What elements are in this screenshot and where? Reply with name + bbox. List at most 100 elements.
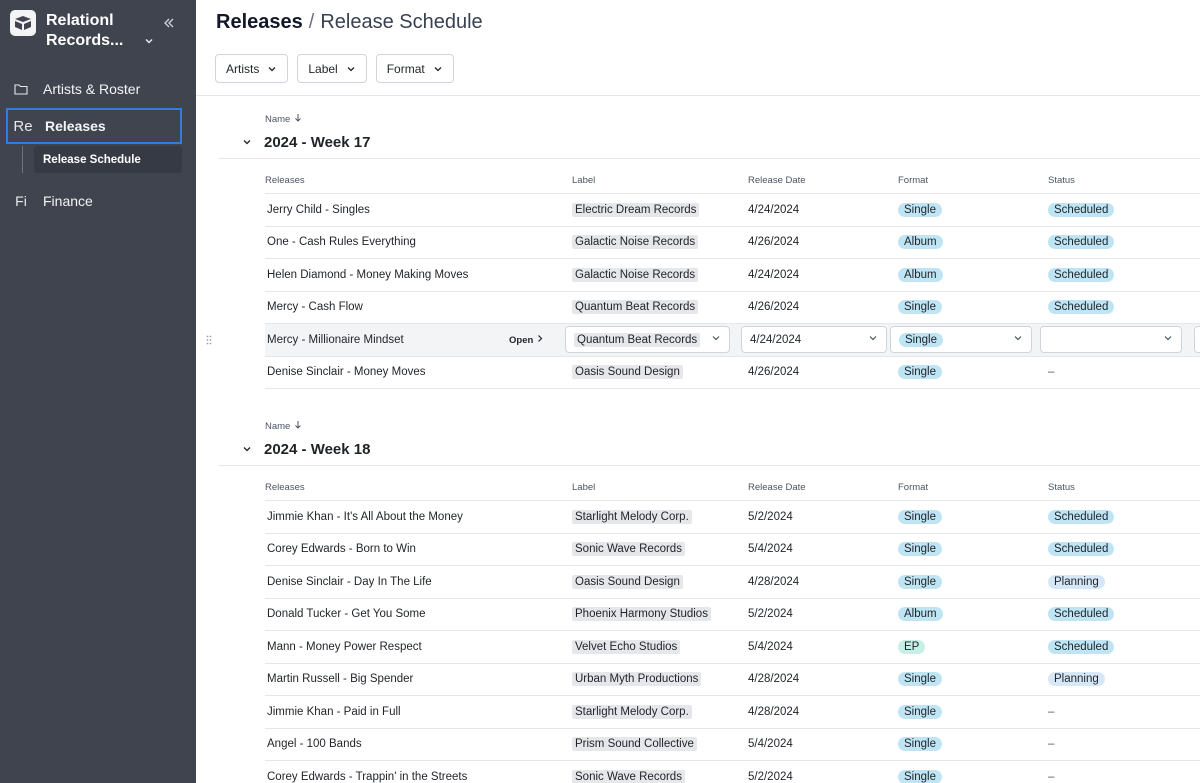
workspace-name: Relationl Records... [46,12,124,49]
table-row[interactable]: Jimmie Khan - Paid in Full Starlight Mel… [265,696,1200,729]
sidebar: Relationl Records... Artists & Roster Re… [0,0,196,783]
table-row[interactable]: Martin Russell - Big Spender Urban Myth … [265,664,1200,696]
column-header-releases[interactable]: Releases [265,175,572,186]
release-date: 4/28/2024 [748,575,800,588]
arrow-down-icon [294,420,302,432]
release-date: 4/24/2024 [750,333,802,346]
table-row[interactable]: Jimmie Khan - It's All About the Money S… [265,501,1200,534]
label-chip: Urban Myth Productions [572,672,702,687]
format-pill: Single [898,542,942,557]
status-badge: Scheduled [1048,542,1115,557]
label-select[interactable]: Quantum Beat Records [565,326,730,353]
chevron-down-icon [346,64,356,74]
status-select[interactable] [1040,326,1182,353]
table-row[interactable]: Denise Sinclair - Money Moves Oasis Soun… [265,357,1200,389]
release-name: One - Cash Rules Everything [267,236,416,249]
column-header-release-date[interactable]: Release Date [748,175,898,186]
page-header: Releases / Release Schedule Artists Label … [196,0,1200,96]
label-chip: Electric Dream Records [572,202,700,217]
page-title: Release Schedule [320,11,483,33]
open-record-link[interactable]: Open [509,324,543,356]
chevron-down-icon [1163,333,1173,346]
status-empty: – [1048,705,1055,718]
table-row[interactable]: Donald Tucker - Get You Some Phoenix Har… [265,599,1200,631]
label-chip: Sonic Wave Records [572,769,685,783]
chevron-down-icon[interactable] [238,440,256,458]
status-badge: Scheduled [1048,202,1115,217]
status-badge: Scheduled [1048,300,1115,315]
sort-by-name[interactable]: Name [265,113,302,125]
release-name: Donald Tucker - Get You Some [267,608,426,621]
format-select[interactable]: Single [890,326,1032,353]
release-date-picker[interactable]: 4/24/2024 [741,326,887,353]
column-header-label[interactable]: Label [572,482,748,493]
table-row[interactable]: Denise Sinclair - Day In The Life Oasis … [265,566,1200,599]
label-chip: Starlight Melody Corp. [572,509,692,524]
format-pill: Single [898,672,942,687]
release-name: Jimmie Khan - It's All About the Money [267,510,463,523]
breadcrumb-separator: / [308,11,315,33]
sidebar-item-label: Releases [45,118,106,134]
format-pill: Single [898,365,942,380]
release-date: 4/26/2024 [748,366,800,379]
label-chip: Quantum Beat Records [572,300,699,315]
table-row[interactable]: Mann - Money Power Respect Velvet Echo S… [265,631,1200,664]
label-chip: Oasis Sound Design [572,574,683,589]
sidebar-item-label: Artists & Roster [43,81,141,97]
release-date: 5/2/2024 [748,510,793,523]
column-header-format[interactable]: Format [898,482,1048,493]
format-pill: Single [898,300,942,315]
sidebar-item-artists-roster[interactable]: Artists & Roster [6,72,182,106]
column-header-release-date[interactable]: Release Date [748,482,898,493]
table-row[interactable]: Jerry Child - Singles Electric Dream Rec… [265,194,1200,227]
chevron-down-icon[interactable] [142,34,156,48]
group-title: 2024 - Week 17 [264,133,371,151]
status-badge: Scheduled [1048,235,1115,250]
chevron-down-icon[interactable] [238,133,256,151]
column-header-status[interactable]: Status [1048,175,1188,186]
release-schedule-view: Name 2024 - Week 17 Releases Label Relea… [196,96,1200,783]
table-row[interactable]: Mercy - Cash Flow Quantum Beat Records 4… [265,292,1200,324]
status-empty: – [1048,770,1055,783]
filter-artists-button[interactable]: Artists [215,54,289,83]
breadcrumb-root[interactable]: Releases [216,11,303,33]
sidebar-item-finance[interactable]: Fi Finance [6,184,182,218]
table-row[interactable]: Helen Diamond - Money Making Moves Galac… [265,259,1200,292]
column-header-label[interactable]: Label [572,175,748,186]
release-date: 4/24/2024 [748,203,800,216]
filter-format-button[interactable]: Format [375,54,454,83]
release-date: 4/26/2024 [748,236,800,249]
label-chip: Galactic Noise Records [572,267,699,282]
filter-label: Format [386,61,425,76]
sort-by-name[interactable]: Name [265,420,302,432]
label-chip: Sonic Wave Records [572,542,685,557]
workspace-switcher[interactable]: Relationl Records... [10,10,186,54]
filter-label-button[interactable]: Label [297,54,367,83]
group-title: 2024 - Week 18 [264,440,371,458]
column-header-format[interactable]: Format [898,175,1048,186]
table-header: Releases Label Release Date Format Statu… [265,168,1200,194]
extra-field-select[interactable] [1194,326,1200,353]
table-row-editing[interactable]: Mercy - Millionaire Mindset Open Quantum… [206,324,1200,357]
status-badge: Scheduled [1048,639,1115,654]
format-pill: Single [898,769,942,783]
sidebar-item-releases[interactable]: Re Releases [6,108,182,144]
filter-bar: Artists Label Format [215,54,454,83]
table-row[interactable]: Corey Edwards - Born to Win Sonic Wave R… [265,534,1200,566]
folder-icon [6,83,36,95]
column-header-releases[interactable]: Releases [265,482,572,493]
release-date: 5/4/2024 [748,640,793,653]
table-row[interactable]: Angel - 100 Bands Prism Sound Collective… [265,729,1200,761]
status-badge: Scheduled [1048,509,1115,524]
drag-handle-icon[interactable] [205,333,213,347]
logo-icon [10,10,36,36]
collapse-sidebar-icon[interactable] [160,14,178,32]
table-row[interactable]: Corey Edwards - Trappin' in the Streets … [265,761,1200,783]
status-badge: Scheduled [1048,607,1115,622]
release-name: Martin Russell - Big Spender [267,673,414,686]
sidebar-item-release-schedule[interactable]: Release Schedule [34,146,182,173]
column-header-status[interactable]: Status [1048,482,1188,493]
table-row[interactable]: One - Cash Rules Everything Galactic Noi… [265,227,1200,259]
chevron-down-icon [267,64,277,74]
label-chip: Quantum Beat Records [574,332,701,347]
